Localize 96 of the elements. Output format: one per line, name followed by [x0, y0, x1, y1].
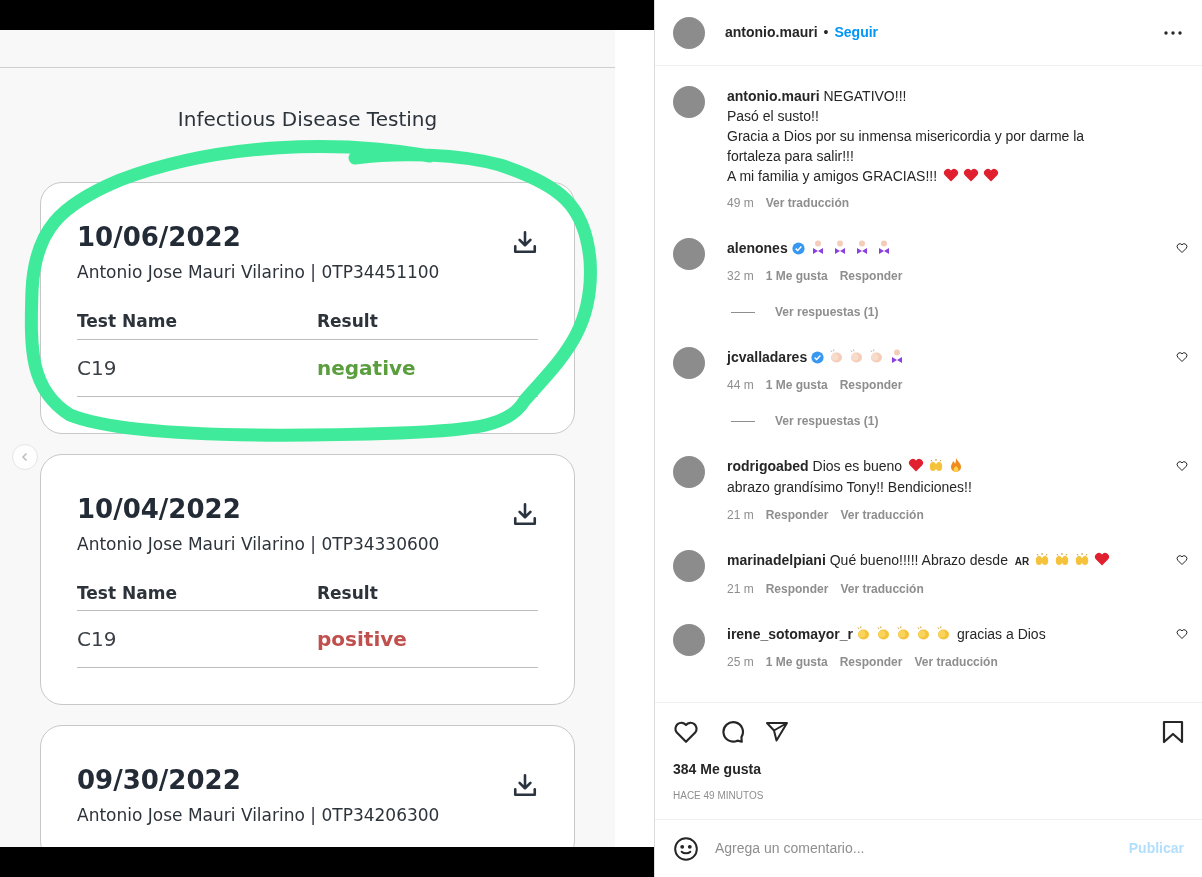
download-icon[interactable] [512, 229, 538, 255]
reply-link[interactable]: Responder [839, 376, 903, 394]
patient-line: Antonio Jose Mauri Vilarino | 0TP34330600 [77, 532, 440, 555]
username-link[interactable]: rodrigoabed [727, 458, 809, 474]
raised-hands-emoji-icon [1054, 551, 1071, 567]
raised-hands-emoji-icon [927, 457, 944, 473]
result-cell-text: positive [317, 626, 407, 653]
patient-line: Antonio Jose Mauri Vilarino | 0TP34451100 [77, 261, 440, 283]
timestamp: 32 m [727, 268, 754, 285]
likes-count[interactable]: 384 Me gusta [673, 759, 1184, 780]
test-name-cell-text: C19 [77, 626, 118, 653]
page-heading: Infectious Disease Testing [176, 106, 439, 133]
clapping-hands-emoji-icon [895, 625, 912, 641]
translate-link[interactable]: Ver traducción [765, 194, 850, 212]
translate-link[interactable]: Ver traducción [840, 580, 924, 598]
avatar[interactable] [673, 347, 705, 379]
patient-line: Antonio Jose Mauri Vilarino | 0TP34206300 [77, 804, 440, 826]
clapping-hands-emoji-icon [935, 625, 952, 641]
like-heart-icon[interactable] [1176, 460, 1188, 472]
reply-link[interactable]: Responder [839, 267, 903, 285]
separator-dot: • [823, 23, 829, 42]
result-cell-text: negative [317, 354, 416, 382]
column-header: Test Name [77, 581, 178, 605]
caption-text: Pasó el susto!! [727, 108, 819, 124]
clapping-hands-emoji-icon [875, 625, 892, 641]
clapping-hands-emoji-icon [868, 348, 885, 364]
username-link[interactable]: irene_sotomayor_r [727, 626, 854, 642]
download-icon[interactable] [512, 772, 538, 798]
likes-count[interactable]: 1 Me gusta [765, 653, 828, 671]
like-heart-icon[interactable] [1176, 628, 1188, 640]
chevron-left-icon [20, 452, 30, 462]
emoji-icon[interactable] [673, 835, 699, 862]
avatar[interactable] [673, 456, 705, 488]
avatar[interactable] [673, 238, 705, 270]
raised-hands-emoji-icon [1034, 551, 1051, 567]
heart-emoji-icon [1094, 551, 1111, 567]
avatar[interactable] [673, 86, 705, 118]
heart-emoji-icon [907, 457, 924, 473]
avatar[interactable] [673, 550, 705, 582]
username-link[interactable]: jcvalladares [727, 349, 808, 365]
like-heart-icon[interactable] [1176, 351, 1188, 363]
comment-text: Qué bueno!!!!! Abrazo desde [828, 552, 1009, 568]
timestamp: 21 m [727, 581, 754, 598]
clapping-hands-emoji-icon [855, 625, 872, 641]
clapping-hands-emoji-icon [828, 348, 845, 364]
share-icon[interactable] [765, 720, 789, 744]
column-header: Test Name [77, 310, 178, 333]
comment-icon[interactable] [719, 719, 745, 745]
translate-link[interactable]: Ver traducción [914, 653, 998, 671]
username-link[interactable]: alenones [727, 240, 788, 256]
flag-text: AR [1014, 556, 1030, 567]
clapping-hands-emoji-icon [848, 348, 865, 364]
timestamp: 21 m [727, 507, 754, 524]
avatar[interactable] [673, 624, 705, 656]
comment-input[interactable]: Agrega un comentario... [715, 838, 1129, 859]
clapping-hands-emoji-icon [915, 625, 932, 641]
like-icon[interactable] [673, 719, 699, 745]
view-replies-link[interactable]: Ver respuestas (1) [775, 303, 879, 321]
translate-link[interactable]: Ver traducción [840, 506, 924, 524]
timestamp: 44 m [727, 377, 754, 394]
likes-count[interactable]: 1 Me gusta [765, 376, 828, 394]
username-link[interactable]: marinadelpiani [727, 552, 826, 568]
download-icon[interactable] [512, 500, 538, 527]
like-heart-icon[interactable] [1176, 242, 1188, 254]
heart-emoji-icon [962, 167, 979, 183]
test-name-cell-text: C19 [77, 354, 118, 382]
record-date: 09/30/2022 [77, 764, 242, 796]
like-heart-icon[interactable] [1176, 554, 1188, 566]
caption-text: Gracia a Dios por su inmensa misericordia y por darme la fortaleza para salir!!! [727, 128, 1085, 164]
comment-text: gracias a Dios [955, 626, 1046, 642]
more-options-icon[interactable] [1164, 30, 1182, 35]
bookmark-icon[interactable] [1162, 720, 1184, 744]
avatar[interactable] [673, 16, 705, 49]
column-header: Result [317, 581, 378, 605]
timestamp: 25 m [727, 654, 754, 671]
record-date: 10/04/2022 [77, 492, 242, 525]
reply-link[interactable]: Responder [765, 506, 829, 524]
column-header: Result [317, 310, 378, 333]
timestamp: 49 m [727, 195, 754, 212]
raised-hands-emoji-icon [1074, 551, 1091, 567]
view-replies-link[interactable]: Ver respuestas (1) [775, 412, 879, 430]
heart-emoji-icon [982, 167, 999, 183]
comment-text: abrazo grandísimo Tony!! [727, 479, 885, 495]
likes-count[interactable]: 1 Me gusta [765, 267, 828, 285]
caption-text: A mi familia y amigos GRACIAS!!! [727, 168, 939, 184]
reply-link[interactable]: Responder [839, 653, 903, 671]
caption-text: NEGATIVO!!! [822, 88, 907, 104]
comment-text: Dios es bueno [811, 458, 904, 474]
post-timestamp: HACE 49 MINUTOS [673, 789, 765, 803]
username-link[interactable]: antonio.mauri [725, 22, 818, 43]
username-link[interactable]: antonio.mauri [727, 88, 820, 104]
reply-link[interactable]: Responder [765, 580, 829, 598]
heart-emoji-icon [942, 167, 959, 183]
record-date: 10/06/2022 [77, 221, 242, 253]
comment-text: Bendiciones!! [887, 479, 972, 495]
follow-button[interactable]: Seguir [834, 22, 879, 43]
